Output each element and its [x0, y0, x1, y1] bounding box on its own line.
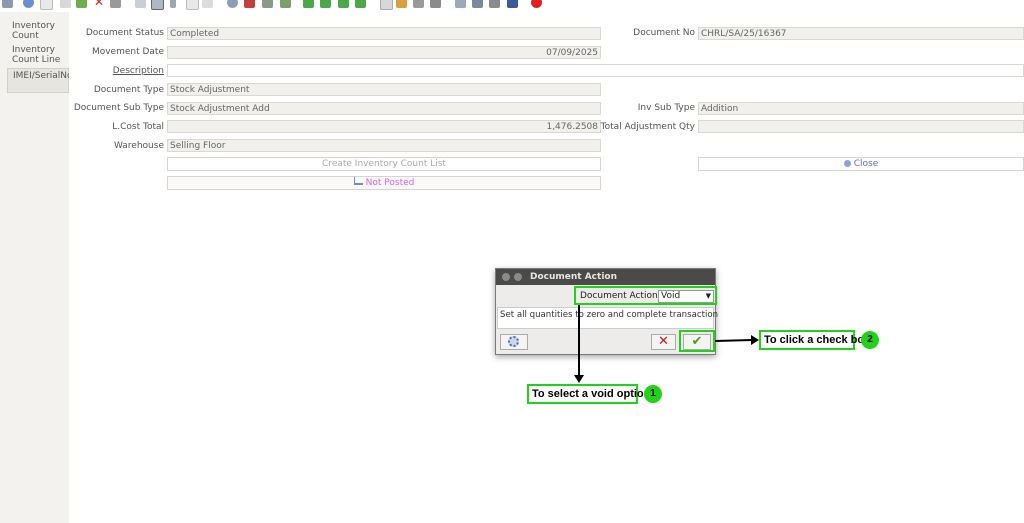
- not-posted-label: Not Posted: [365, 178, 415, 188]
- step1-callout: To select a void option: [527, 384, 650, 404]
- print-icon[interactable]: [430, 0, 441, 8]
- step2-callout: To click a check box: [759, 330, 870, 350]
- sidebar: Inventory Count Inventory Count Line IME…: [0, 12, 73, 523]
- movement-date-label: Movement Date: [91, 47, 164, 57]
- warehouse-field[interactable]: Selling Floor: [167, 139, 601, 152]
- refresh-icon[interactable]: [2, 0, 13, 8]
- delete-icon[interactable]: ✕: [94, 0, 105, 8]
- first-record-icon[interactable]: [303, 0, 314, 8]
- previous-record-icon[interactable]: [320, 0, 331, 8]
- help-text-area: Set all quantities to zero and complete …: [497, 307, 718, 329]
- document-status-field[interactable]: Completed: [167, 27, 601, 40]
- document-no-label: Document No: [633, 28, 695, 38]
- tab-label: Inventory: [12, 45, 55, 55]
- document-type-label: Document Type: [93, 85, 164, 95]
- document-sub-type-label: Document Sub Type: [73, 103, 164, 113]
- gear-icon: [508, 336, 519, 347]
- last-record-icon[interactable]: [355, 0, 366, 8]
- total-adjustment-qty-field[interactable]: [698, 120, 1024, 133]
- back-arrow-icon[interactable]: [262, 0, 273, 8]
- tab-inventory-count-line[interactable]: Inventory Count Line: [7, 45, 69, 65]
- circle-icon: [843, 160, 851, 167]
- zoom-icon[interactable]: [455, 0, 466, 8]
- step1-number: 1: [650, 388, 656, 399]
- step1-number-badge: 1: [644, 385, 662, 403]
- tab-label: IMEI/SerialNo: [13, 71, 73, 81]
- description-label: Description: [112, 66, 164, 76]
- delete-selection-icon[interactable]: [110, 0, 121, 8]
- lcost-total-field[interactable]: 1,476.2508: [167, 120, 601, 133]
- help-icon[interactable]: [23, 0, 34, 8]
- next-record-icon[interactable]: [338, 0, 349, 8]
- step2-text: To click a check box: [764, 334, 871, 346]
- create-inventory-count-list-label: Create Inventory Count List: [322, 159, 446, 169]
- workflow-icon[interactable]: [472, 0, 483, 8]
- create-inventory-count-list-button[interactable]: Create Inventory Count List: [167, 157, 601, 171]
- document-status-label: Document Status: [85, 28, 164, 38]
- document-sub-type-field[interactable]: Stock Adjustment Add: [167, 102, 601, 115]
- tab-label: Count: [12, 31, 39, 41]
- history-icon[interactable]: [227, 0, 238, 8]
- grid-toggle-icon[interactable]: [151, 0, 164, 10]
- exit-icon[interactable]: [531, 0, 542, 8]
- dialog-title: Document Action: [530, 272, 617, 282]
- report-icon[interactable]: [135, 0, 146, 8]
- toolbar: ✕: [0, 0, 1024, 12]
- archive-icon[interactable]: [244, 0, 255, 8]
- warehouse-label: Warehouse: [113, 141, 164, 151]
- movement-date-field[interactable]: 07/09/2025: [167, 46, 601, 59]
- customize-icon[interactable]: [507, 0, 518, 8]
- attachment-icon[interactable]: [170, 0, 176, 8]
- close-button[interactable]: Close: [698, 157, 1024, 171]
- step2-number-badge: 2: [861, 331, 879, 349]
- new-icon[interactable]: [40, 0, 53, 10]
- save-icon[interactable]: [76, 0, 87, 8]
- notes-icon[interactable]: [202, 0, 213, 8]
- tab-label: Count Line: [12, 55, 61, 65]
- minimize-window-icon[interactable]: [514, 273, 522, 281]
- document-no-field[interactable]: CHRL/SA/25/16367: [698, 27, 1024, 40]
- chart-icon: [353, 177, 363, 185]
- close-window-icon[interactable]: [502, 273, 510, 281]
- inv-sub-type-field[interactable]: Addition: [698, 102, 1024, 115]
- process-gear-button[interactable]: [500, 334, 528, 350]
- not-posted-button[interactable]: Not Posted: [167, 176, 601, 190]
- tab-label: Inventory: [12, 21, 55, 31]
- description-field[interactable]: [167, 64, 1024, 77]
- print-preview-icon[interactable]: [413, 0, 424, 8]
- dialog-titlebar: Document Action: [496, 269, 715, 285]
- chat-icon[interactable]: [186, 0, 199, 10]
- lcost-total-label: L.Cost Total: [112, 122, 164, 132]
- tab-imei-serialno[interactable]: IMEI/SerialNo: [7, 68, 73, 93]
- document-type-field[interactable]: Stock Adjustment: [167, 83, 601, 96]
- forward-arrow-icon[interactable]: [280, 0, 291, 8]
- help-text: Set all quantities to zero and complete …: [500, 310, 719, 320]
- document-icon[interactable]: [380, 0, 393, 10]
- step1-text: To select a void option: [532, 388, 651, 400]
- product-info-icon[interactable]: [489, 0, 500, 8]
- inv-sub-type-label: Inv Sub Type: [637, 103, 695, 113]
- close-button-label: Close: [853, 159, 879, 169]
- total-adjustment-qty-label: Total Adjustment Qty: [600, 122, 695, 132]
- document-action-highlight: [574, 286, 717, 305]
- tab-inventory-count[interactable]: Inventory Count: [7, 21, 69, 41]
- step2-number: 2: [867, 334, 873, 345]
- ok-button-highlight: [679, 330, 715, 352]
- cancel-button[interactable]: ✕: [651, 334, 676, 350]
- folder-icon[interactable]: [396, 0, 407, 8]
- cancel-x-icon: ✕: [658, 334, 669, 349]
- copy-icon[interactable]: [60, 0, 71, 8]
